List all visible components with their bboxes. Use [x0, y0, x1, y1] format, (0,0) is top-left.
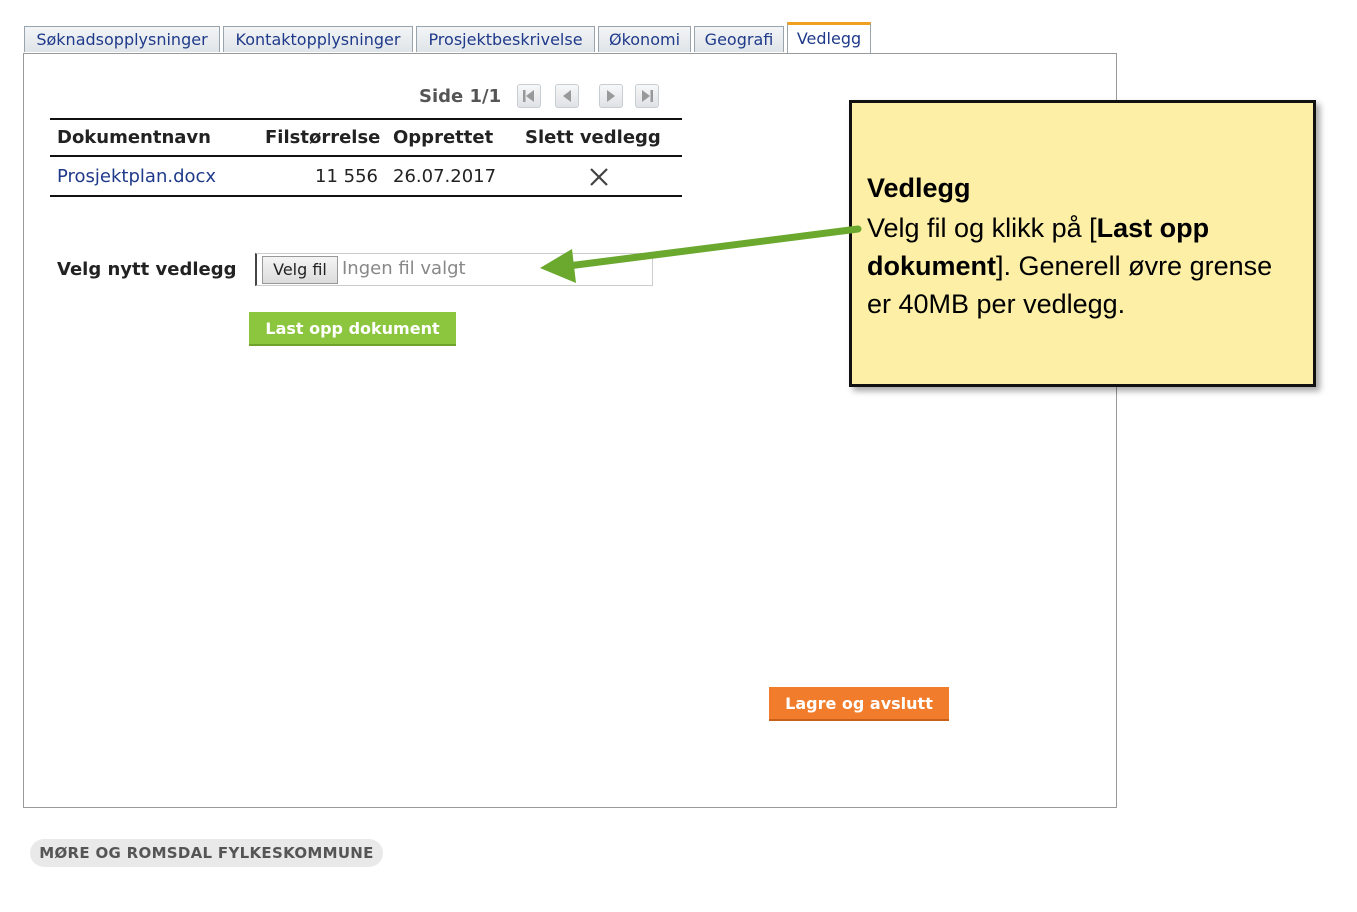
- organization-badge: MØRE OG ROMSDAL FYLKESKOMMUNE: [30, 839, 383, 867]
- callout-arrow: [540, 225, 862, 283]
